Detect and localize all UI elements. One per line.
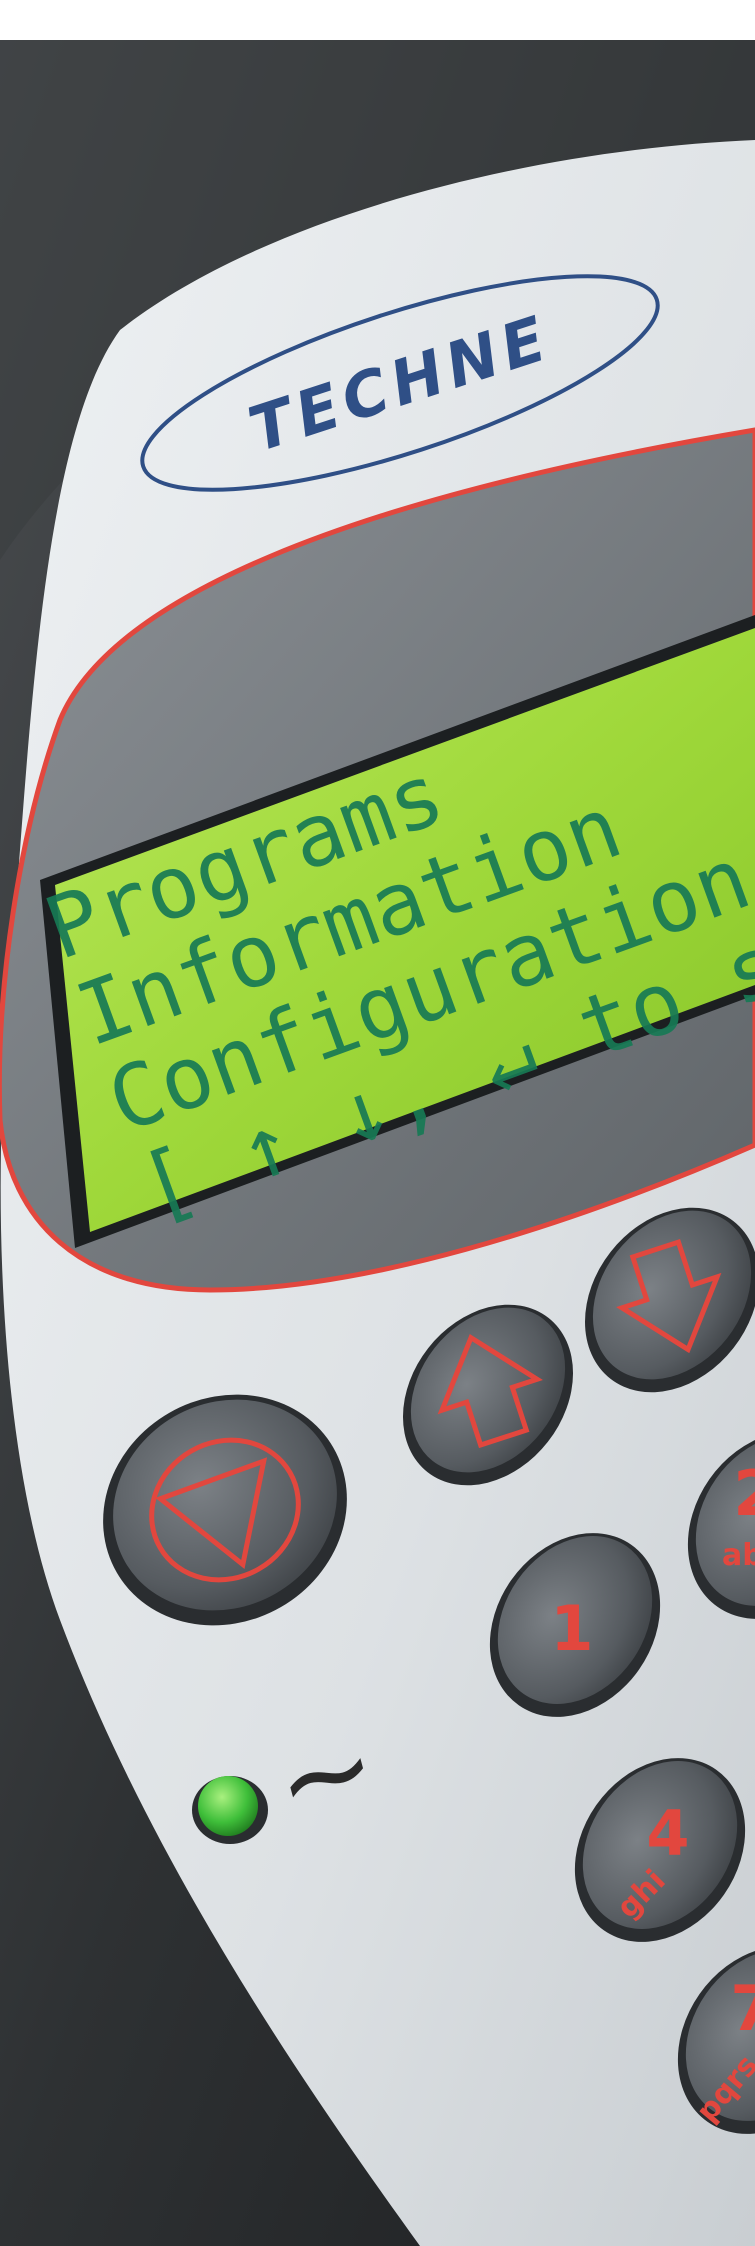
- key-2-digit: 2: [733, 1457, 755, 1530]
- key-4-digit: 4: [646, 1797, 689, 1870]
- key-1-digit: 1: [550, 1592, 593, 1665]
- top-margin: [0, 0, 755, 40]
- key-2-letters: abc: [722, 1538, 755, 1573]
- key-7-digit: 7: [730, 1972, 755, 2045]
- power-led: [198, 1776, 258, 1836]
- device-photo: TECHNE Programs Information Configuratio…: [0, 0, 755, 2246]
- device-illustration: TECHNE Programs Information Configuratio…: [0, 0, 755, 2246]
